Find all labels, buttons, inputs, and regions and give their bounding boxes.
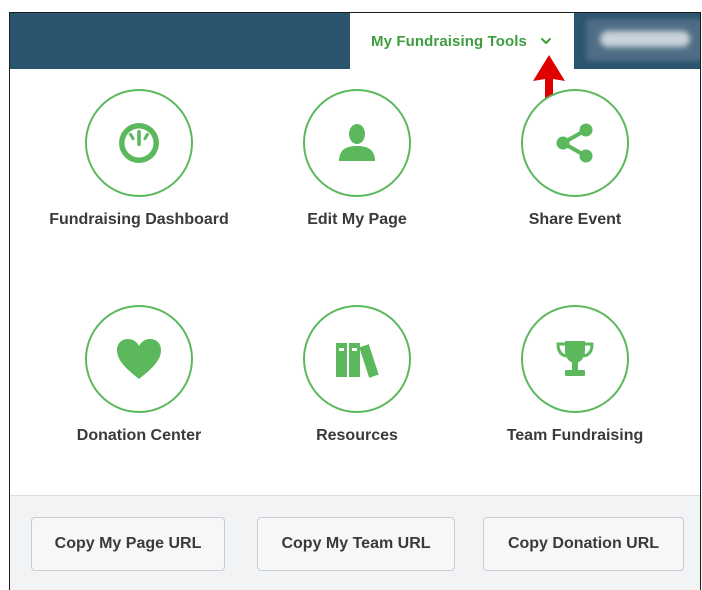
copy-my-team-url-button[interactable]: Copy My Team URL [257,517,455,571]
tool-label: Share Event [528,211,622,228]
chevron-down-icon [540,38,551,44]
top-navigation-bar: My Fundraising Tools [10,13,700,69]
tool-edit-my-page[interactable]: Edit My Page [250,89,464,229]
tool-label: Resources [316,427,398,444]
trophy-icon [556,341,594,376]
tool-icon-circle[interactable] [303,89,411,197]
copy-url-toolbar: Copy My Page URL Copy My Team URL Copy D… [10,495,700,590]
tab-label: My Fundraising Tools [371,32,527,50]
speedometer-icon [119,123,159,163]
tool-label: Donation Center [76,427,202,444]
heart-icon [117,339,161,379]
tool-donation-center[interactable]: Donation Center [32,305,246,445]
copy-my-page-url-button[interactable]: Copy My Page URL [31,517,225,571]
tool-label: Edit My Page [307,211,407,228]
user-account-menu[interactable] [586,19,700,61]
share-icon [556,123,593,163]
tool-label: Fundraising Dashboard [49,211,229,228]
tool-icon-circle[interactable] [521,305,629,413]
tool-icon-circle[interactable] [85,305,193,413]
tool-fundraising-dashboard[interactable]: Fundraising Dashboard [32,89,246,229]
tool-icon-circle[interactable] [303,305,411,413]
user-icon [339,124,375,161]
tool-label: Team Fundraising [506,427,644,444]
fundraising-tools-panel: My Fundraising Tools Fundraising Dashboa… [9,12,701,590]
tool-share-event[interactable]: Share Event [468,89,682,229]
tool-icon-circle[interactable] [85,89,193,197]
tool-icon-circle[interactable] [521,89,629,197]
tools-grid: Fundraising Dashboard Edit My Page Share… [10,69,700,495]
copy-donation-url-button[interactable]: Copy Donation URL [483,517,684,571]
books-icon [336,343,379,378]
user-name-redacted [600,31,690,47]
tool-resources[interactable]: Resources [250,305,464,445]
tool-team-fundraising[interactable]: Team Fundraising [468,305,682,445]
